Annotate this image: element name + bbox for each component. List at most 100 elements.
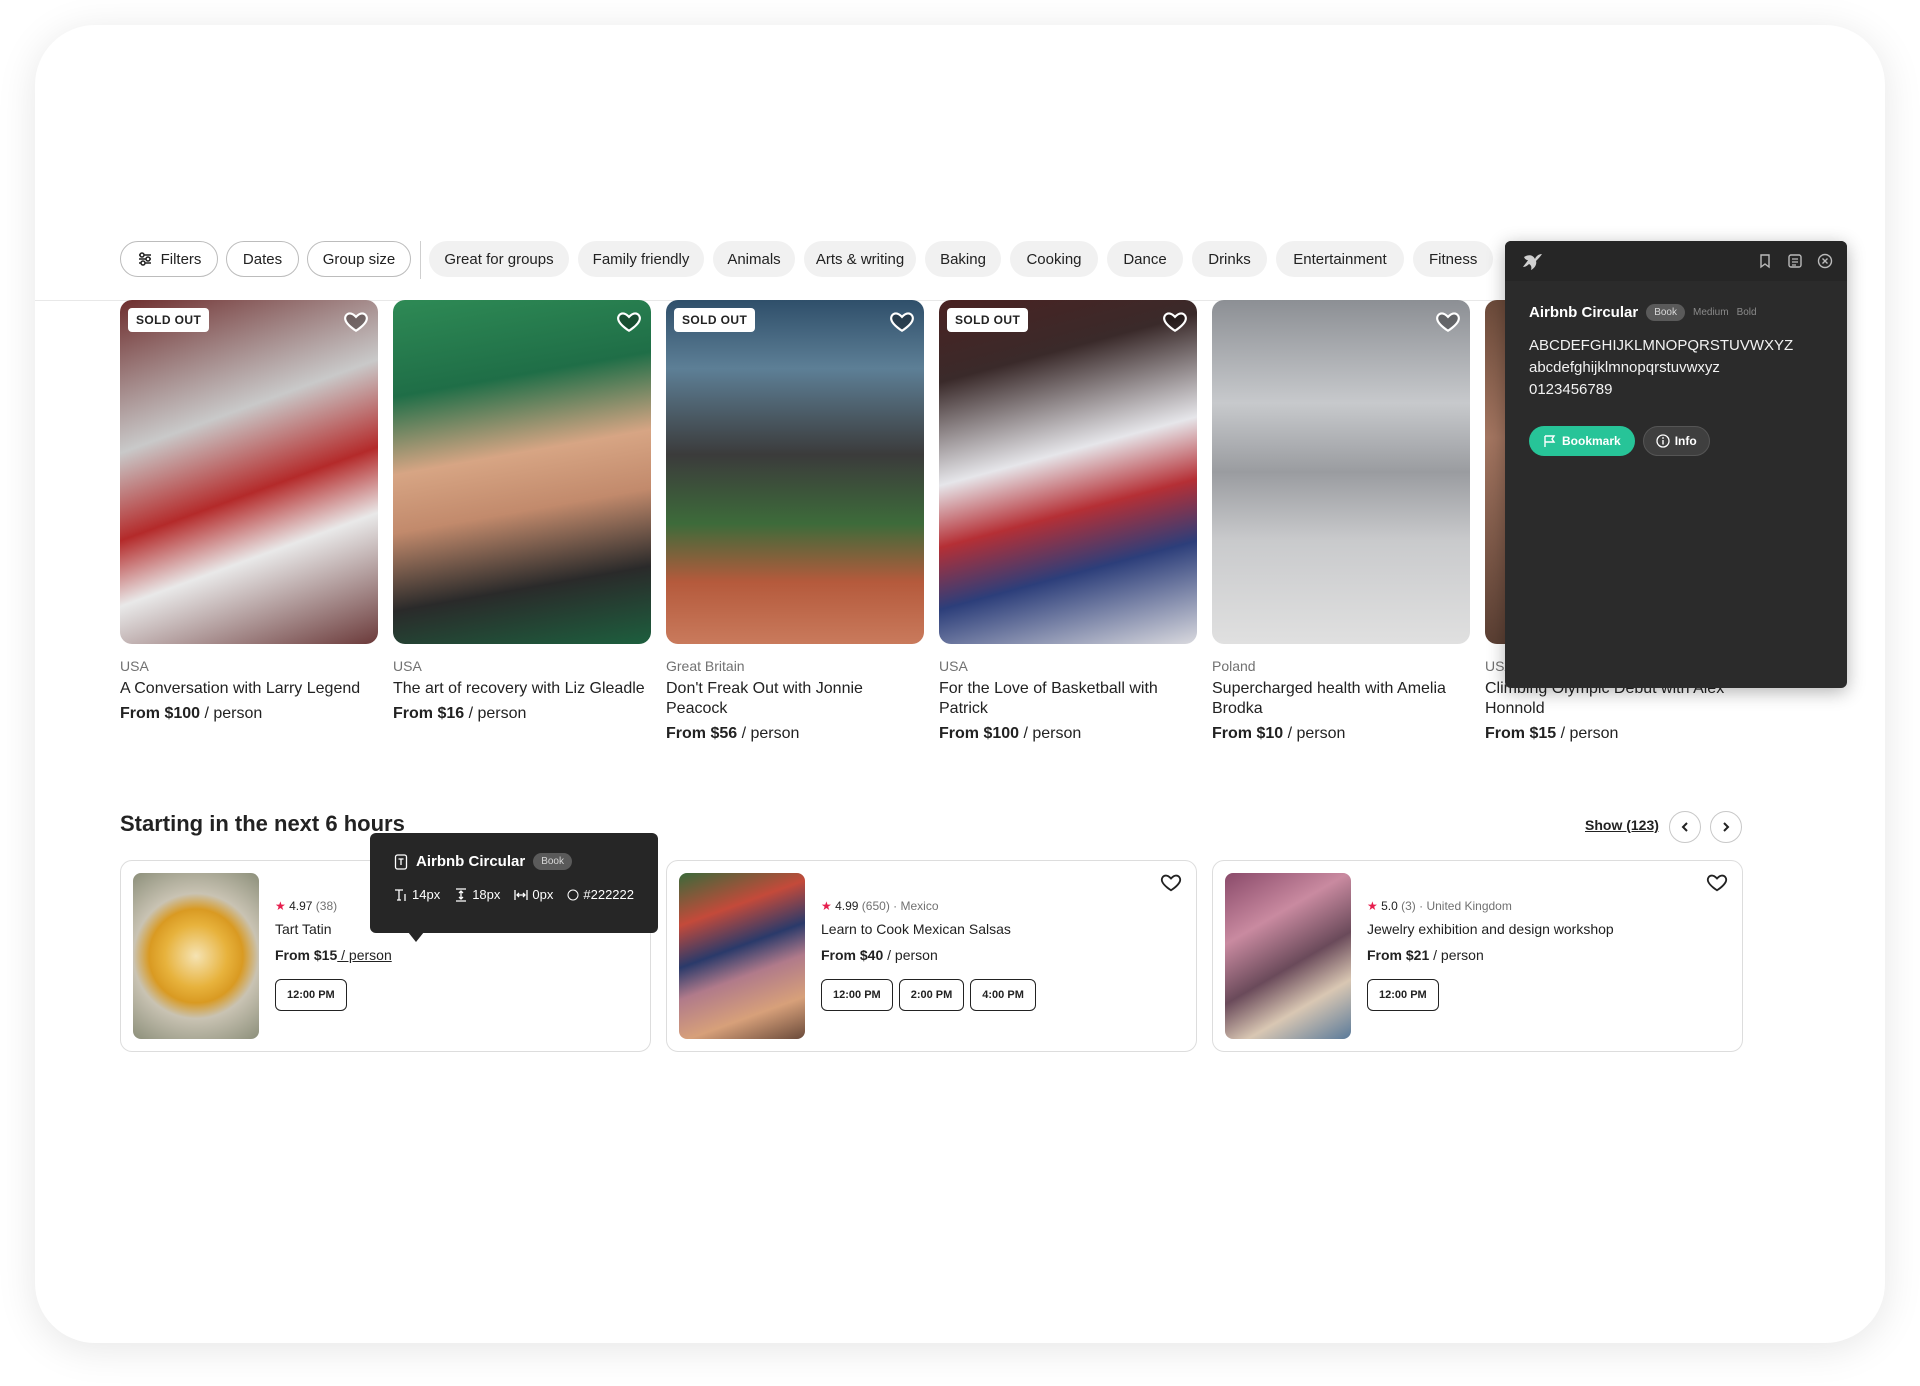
section-title: Starting in the next 6 hours: [120, 811, 405, 836]
price-unit: / person: [464, 705, 527, 722]
font-size-icon: [395, 888, 406, 901]
heart-icon[interactable]: [1706, 871, 1728, 893]
rating-details: (650) · Mexico: [858, 899, 939, 913]
next-button[interactable]: [1710, 811, 1742, 843]
category-family-friendly[interactable]: Family friendly: [578, 241, 704, 277]
price-unit: / person: [337, 947, 392, 963]
experience-card[interactable]: SOLD OUT USA A Conversation with Larry L…: [120, 300, 378, 723]
bookmark-flag-icon: [1544, 434, 1556, 447]
info-button[interactable]: Info: [1642, 426, 1710, 456]
heart-icon[interactable]: [889, 308, 915, 334]
experience-card[interactable]: SOLD OUT USA For the Love of Basketball …: [939, 300, 1197, 743]
price-unit: / person: [737, 725, 800, 742]
font-list-icon[interactable]: [1787, 253, 1803, 269]
prev-button[interactable]: [1669, 811, 1701, 843]
upcoming-card[interactable]: ★ 5.0 (3) · United Kingdom Jewelry exhib…: [1212, 860, 1743, 1052]
price-amount: From $100: [120, 705, 201, 722]
lowercase-sample: abcdefghijklmnopqrstuvwxyz: [1529, 359, 1720, 376]
sliders-icon: [138, 252, 151, 266]
heart-icon[interactable]: [1162, 308, 1188, 334]
experience-title: For the Love of Basketball with Patrick: [939, 680, 1158, 717]
upcoming-card[interactable]: ★ 4.99 (650) · Mexico Learn to Cook Mexi…: [666, 860, 1197, 1052]
time-slot-button[interactable]: 2:00 PM: [898, 979, 965, 1011]
upcoming-title: Learn to Cook Mexican Salsas: [821, 921, 1011, 937]
upcoming-photo: [1225, 873, 1351, 1039]
experience-photo: SOLD OUT: [939, 300, 1197, 644]
experience-title: Supercharged health with Amelia Brodka: [1212, 680, 1446, 717]
line-height-icon: [456, 887, 467, 902]
panel-font-name: Airbnb Circular: [1529, 304, 1639, 321]
category-cooking[interactable]: Cooking: [1010, 241, 1098, 277]
category-baking[interactable]: Baking: [925, 241, 1001, 277]
heart-icon[interactable]: [1435, 308, 1461, 334]
group-size-button[interactable]: Group size: [307, 241, 411, 277]
info-label: Info: [1674, 434, 1697, 448]
time-slot-button[interactable]: 4:00 PM: [970, 979, 1036, 1011]
time-slot-button[interactable]: 12:00 PM: [275, 979, 347, 1011]
experience-photo: [393, 300, 651, 644]
heart-icon[interactable]: [1160, 871, 1182, 893]
weight-bold[interactable]: Bold: [1737, 307, 1757, 318]
experience-card[interactable]: Poland Supercharged health with Amelia B…: [1212, 300, 1470, 743]
line-height-value: 18px: [472, 887, 501, 902]
category-label: Family friendly: [592, 250, 690, 268]
tooltip-metrics: 14px 18px 0px #222222: [394, 887, 634, 902]
upcoming-title: Jewelry exhibition and design workshop: [1367, 921, 1614, 937]
experience-location: Poland: [1212, 658, 1256, 674]
category-label: Entertainment: [1293, 250, 1387, 268]
weight-book[interactable]: Book: [1646, 304, 1685, 321]
time-slots: 12:00 PM: [1367, 979, 1439, 1011]
experience-title: The art of recovery with Liz Gleadle: [393, 680, 645, 697]
filters-button[interactable]: Filters: [120, 241, 218, 277]
category-arts-writing[interactable]: Arts & writing: [804, 241, 916, 277]
experience-location: USA: [393, 658, 422, 674]
heart-icon[interactable]: [343, 308, 369, 334]
uppercase-sample: ABCDEFGHIJKLMNOPQRSTUVWXYZ: [1529, 337, 1794, 354]
category-entertainment[interactable]: Entertainment: [1276, 241, 1404, 277]
category-dance[interactable]: Dance: [1107, 241, 1183, 277]
category-animals[interactable]: Animals: [713, 241, 795, 277]
group-size-label: Group size: [322, 250, 396, 268]
experience-price: From $100 / person: [939, 725, 1197, 743]
tooltip-font-name: Airbnb Circular: [416, 853, 526, 870]
experience-photo: SOLD OUT: [666, 300, 924, 644]
experience-card[interactable]: USA The art of recovery with Liz Gleadle…: [393, 300, 651, 723]
price-unit: / person: [1556, 725, 1619, 742]
time-slot-button[interactable]: 12:00 PM: [821, 979, 893, 1011]
heart-icon[interactable]: [616, 308, 642, 334]
price-amount: From $21: [1367, 947, 1430, 963]
category-drinks[interactable]: Drinks: [1192, 241, 1267, 277]
category-label: Fitness: [1429, 250, 1478, 268]
price-amount: From $10: [1212, 725, 1284, 742]
price-unit: / person: [1283, 725, 1346, 742]
bookmark-icon[interactable]: [1757, 253, 1773, 269]
category-label: Great for groups: [444, 250, 554, 268]
close-icon[interactable]: [1817, 253, 1833, 269]
dates-button[interactable]: Dates: [226, 241, 299, 277]
price-unit: / person: [200, 705, 263, 722]
panel-font-header: Airbnb Circular Book Medium Bold: [1529, 304, 1757, 321]
panel-actions: [1757, 253, 1833, 269]
digits-sample: 0123456789: [1529, 381, 1613, 398]
tooltip-arrow: [408, 932, 424, 942]
category-fitness[interactable]: Fitness: [1413, 241, 1493, 277]
category-label: Animals: [727, 250, 781, 268]
time-slot-button[interactable]: 12:00 PM: [1367, 979, 1439, 1011]
weight-medium[interactable]: Medium: [1693, 307, 1729, 318]
rating-value: 4.99: [835, 899, 859, 913]
filters-label: Filters: [160, 250, 202, 268]
app-frame: Filters Dates Group size Great for group…: [35, 25, 1885, 1343]
experience-card[interactable]: SOLD OUT Great Britain Don't Freak Out w…: [666, 300, 924, 743]
upcoming-photo: [133, 873, 259, 1039]
category-label: Drinks: [1208, 250, 1251, 268]
upcoming-meta: ★ 4.97 (38): [275, 899, 337, 913]
category-label: Baking: [940, 250, 986, 268]
category-great-for-groups[interactable]: Great for groups: [429, 241, 569, 277]
tooltip-header: Airbnb Circular Book: [394, 853, 572, 870]
rating-value: 5.0: [1381, 899, 1398, 913]
experience-location: USA: [120, 658, 149, 674]
bookmark-button[interactable]: Bookmark: [1529, 426, 1635, 456]
bird-logo-icon: [1523, 254, 1542, 270]
panel-buttons: Bookmark Info: [1529, 426, 1710, 456]
show-all-link[interactable]: Show (123): [1585, 817, 1659, 833]
